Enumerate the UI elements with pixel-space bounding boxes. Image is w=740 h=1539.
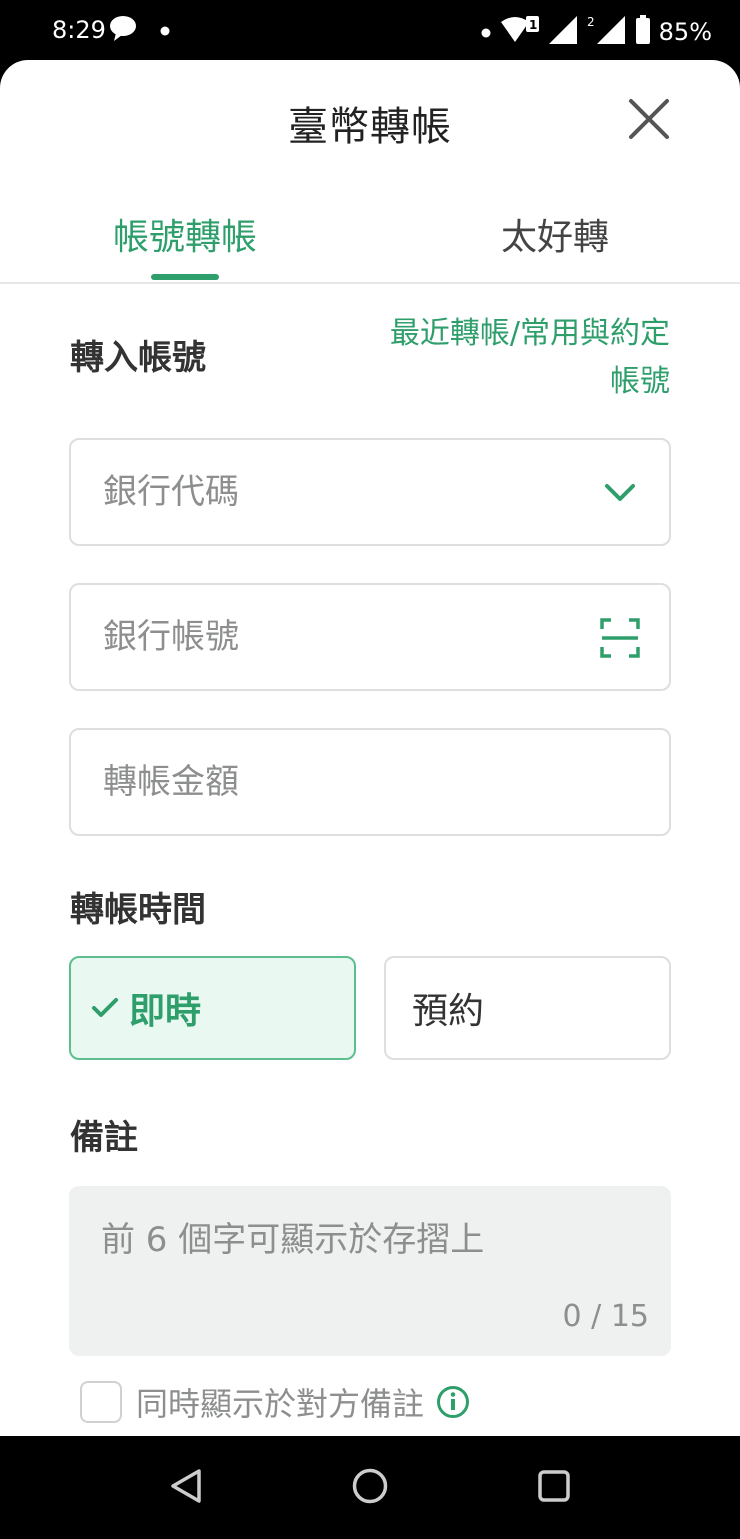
scan-icon[interactable]: [599, 617, 641, 659]
tab-account-transfer[interactable]: 帳號轉帳: [100, 208, 270, 278]
recent-link-line1: 最近轉帳/常用與約定: [389, 316, 670, 351]
battery-percentage: 85%: [658, 18, 712, 46]
signal-sim2-icon: 2: [587, 14, 627, 50]
memo-input[interactable]: [101, 1212, 641, 1272]
recent-link-line2: 帳號: [610, 364, 670, 399]
transfer-account-label: 轉入帳號: [70, 338, 206, 378]
memo-label: 備註: [70, 1118, 138, 1158]
show-to-recipient-checkbox[interactable]: [80, 1381, 122, 1423]
active-tab-indicator: [151, 274, 219, 280]
home-button[interactable]: [348, 1466, 392, 1510]
back-triangle-icon: [169, 1468, 203, 1508]
android-nav-bar: [0, 1436, 740, 1539]
home-circle-icon: [351, 1467, 389, 1509]
battery-icon: [635, 15, 651, 49]
recent-accounts-link[interactable]: 最近轉帳/常用與約定 帳號: [340, 310, 670, 406]
chat-notification-icon: [108, 14, 138, 46]
account-number-input[interactable]: [103, 585, 583, 689]
account-number-field[interactable]: [69, 583, 671, 691]
bank-code-input[interactable]: [103, 440, 583, 544]
status-time: 8:29: [52, 16, 106, 44]
recents-square-icon: [536, 1468, 572, 1508]
recents-button[interactable]: [532, 1466, 576, 1510]
show-to-recipient-row: 同時顯示於對方備註: [80, 1380, 470, 1424]
back-button[interactable]: [164, 1466, 208, 1510]
transfer-time-label: 轉帳時間: [70, 890, 206, 930]
option-scheduled[interactable]: 預約: [384, 956, 671, 1060]
show-to-recipient-label: 同時顯示於對方備註: [136, 1385, 425, 1423]
signal-sim1-icon: [547, 14, 579, 50]
check-icon: [91, 997, 119, 1019]
info-icon[interactable]: [436, 1385, 470, 1419]
transfer-sheet: 臺幣轉帳 帳號轉帳 太好轉 轉入帳號 最近轉帳/常用與約定 帳號 轉帳時間: [0, 60, 740, 1436]
option-immediate-label: 即時: [129, 991, 202, 1032]
tab-taihaozhuan[interactable]: 太好轉: [470, 208, 640, 278]
notification-dot-icon: [160, 21, 170, 40]
svg-text:1: 1: [529, 18, 537, 32]
svg-text:2: 2: [587, 15, 595, 29]
option-immediate[interactable]: 即時: [69, 956, 356, 1060]
transfer-amount-input[interactable]: [103, 730, 583, 834]
chevron-down-icon[interactable]: [599, 472, 641, 514]
notification-dot-icon: [481, 23, 491, 42]
option-scheduled-label: 預約: [412, 991, 485, 1032]
memo-field[interactable]: 0 / 15: [69, 1186, 671, 1356]
status-bar: 8:29 1 2 85%: [0, 0, 740, 62]
close-button[interactable]: [622, 94, 676, 148]
tab-bar: 帳號轉帳 太好轉: [0, 200, 740, 284]
memo-char-counter: 0 / 15: [562, 1299, 649, 1334]
transfer-amount-field[interactable]: [69, 728, 671, 836]
bank-code-select[interactable]: [69, 438, 671, 546]
wifi-icon: 1: [499, 14, 539, 50]
close-icon: [628, 98, 670, 144]
